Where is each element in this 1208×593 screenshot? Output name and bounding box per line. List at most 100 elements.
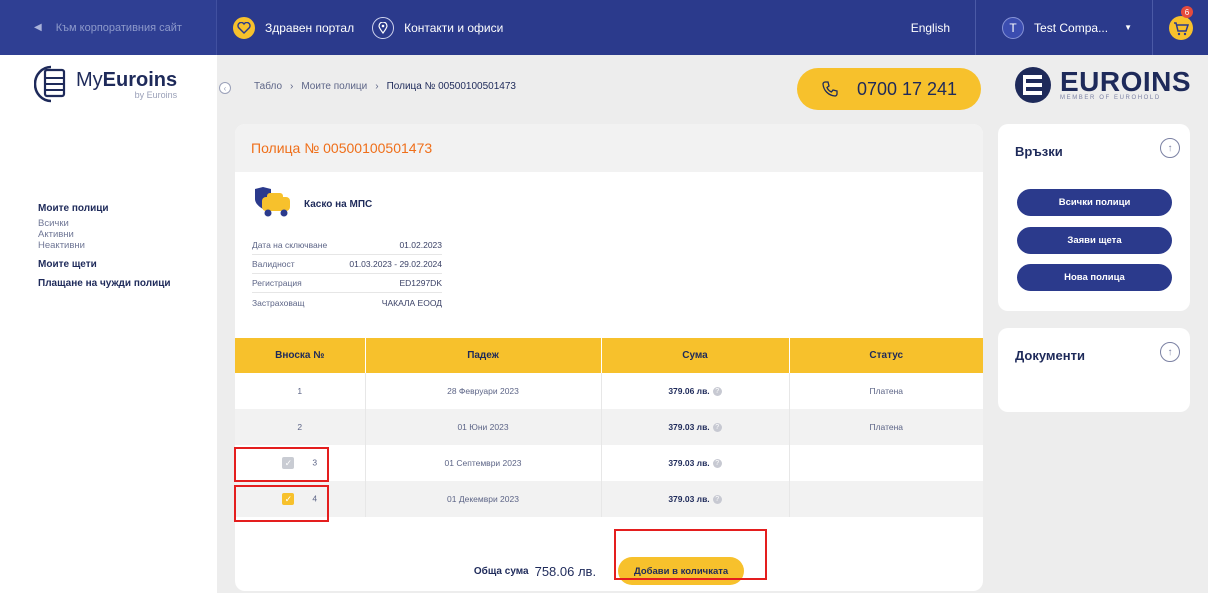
euroins-globe-icon [1015, 67, 1051, 103]
table-row: ✓ 3 01 Септември 2023 379.03 лв.? [235, 445, 983, 481]
total-value: 758.06 лв. [534, 563, 597, 579]
due-date: 28 Февруари 2023 [365, 373, 602, 409]
documents-panel-title: Документи [1015, 348, 1085, 363]
logo-name-light: My [76, 68, 103, 91]
top-bar: ◀ Към корпоративния сайт Здравен портал … [0, 0, 1208, 55]
brand-name: EUROINS [1060, 66, 1192, 97]
detail-label: Застраховащ [252, 297, 305, 308]
myeuroins-logo[interactable]: MyEuroins by Euroins [34, 65, 177, 103]
amount-cell: 379.03 лв.? [601, 481, 790, 517]
info-icon[interactable]: ? [712, 423, 722, 433]
highlight-add-to-cart [614, 529, 767, 580]
status: Платена [869, 386, 904, 396]
sidebar-item-inactive[interactable]: Неактивни [38, 240, 171, 251]
sidebar-collapse-icon[interactable]: ‹ [219, 82, 231, 94]
breadcrumb-my-policies[interactable]: Моите полици [301, 81, 367, 92]
user-menu[interactable]: T Test Compa... ▼ [976, 0, 1153, 55]
cart-count-badge: 6 [1181, 6, 1193, 18]
new-policy-button[interactable]: Нова полица [1017, 264, 1172, 291]
highlight-installment-4 [234, 485, 329, 522]
cart-button[interactable]: 6 [1153, 0, 1208, 55]
product-name: Каско на МПС [304, 198, 373, 210]
highlight-installment-3 [234, 447, 329, 482]
back-link-label: Към корпоративния сайт [55, 21, 182, 34]
detail-row: Валидност 01.03.2023 - 29.02.2024 [252, 255, 442, 274]
detail-row: Регистрация ED1297DK [252, 274, 442, 293]
detail-value: ЧАКАЛА ЕООД [381, 297, 442, 308]
detail-row: Застраховащ ЧАКАЛА ЕООД [252, 293, 442, 312]
documents-panel: Документи ↑ [998, 328, 1190, 412]
amount: 379.03 лв. [668, 421, 710, 432]
total-bar: Обща сума 758.06 лв. Добави в количката [235, 557, 983, 585]
detail-label: Регистрация [252, 278, 302, 288]
caret-down-icon: ▼ [1124, 23, 1132, 32]
sidebar-item-all[interactable]: Всички [38, 218, 171, 229]
heart-icon [233, 16, 255, 39]
phone-button[interactable]: 0700 17 241 [797, 68, 981, 110]
policy-card: Полица № 00500100501473 Каско на МПС Дат… [235, 124, 983, 591]
health-portal-label: Здравен портал [265, 20, 355, 35]
sidebar-item-my-policies[interactable]: Моите полици [38, 203, 171, 214]
due-date: 01 Юни 2023 [365, 409, 602, 445]
back-to-corporate-link[interactable]: ◀ Към корпоративния сайт [0, 0, 217, 55]
status [789, 445, 983, 481]
status [789, 481, 983, 517]
user-name: Test Compa... [1034, 20, 1109, 35]
top-bar-right: English T Test Compa... ▼ 6 [911, 0, 1208, 55]
sidebar-item-my-claims[interactable]: Моите щети [38, 259, 171, 270]
sidebar: MyEuroins by Euroins Моите полици Всички… [0, 55, 217, 593]
info-icon[interactable]: ? [712, 495, 722, 505]
breadcrumb: Табло › Моите полици › Полица № 00500100… [254, 81, 516, 92]
table-row: 2 01 Юни 2023 379.03 лв.? Платена [235, 409, 983, 445]
sidebar-item-pay-others[interactable]: Плащане на чужди полици [38, 278, 171, 289]
amount-cell: 379.03 лв.? [601, 445, 790, 481]
detail-row: Дата на сключване 01.02.2023 [252, 236, 442, 255]
status: Платена [789, 409, 983, 445]
info-icon[interactable]: ? [712, 459, 722, 469]
health-portal-link[interactable]: Здравен портал [233, 16, 355, 39]
sidebar-item-active[interactable]: Активни [38, 229, 171, 240]
column-header-amount: Сума [601, 338, 790, 373]
amount: 379.03 лв. [668, 457, 710, 468]
total-label: Обща сума [473, 565, 529, 577]
policy-title: Полица № 00500100501473 [235, 124, 983, 172]
avatar: T [1002, 16, 1025, 39]
links-panel: Връзки ↑ Всички полици Заяви щета Нова п… [998, 124, 1190, 311]
policy-details: Дата на сключване 01.02.2023 Валидност 01.… [252, 236, 442, 312]
breadcrumb-current: Полица № 00500100501473 [386, 81, 516, 92]
column-header-installment: Вноска № [235, 338, 366, 373]
installments-table: Вноска № Падеж Сума Статус 1 28 Февруари… [235, 338, 983, 517]
detail-label: Дата на сключване [252, 240, 328, 250]
chevron-left-icon: ◀ [34, 22, 42, 33]
all-policies-button[interactable]: Всички полици [1017, 189, 1172, 216]
amount-cell: 379.06 лв.? [601, 373, 790, 409]
detail-value: 01.03.2023 - 29.02.2024 [349, 259, 442, 269]
car-shield-icon [255, 187, 290, 217]
sidebar-nav: Моите полици Всички Активни Неактивни Мо… [38, 203, 171, 293]
contacts-link[interactable]: Контакти и офиси [372, 16, 504, 39]
amount: 379.03 лв. [668, 493, 710, 504]
installment-number: 1 [235, 373, 366, 409]
amount: 379.06 лв. [668, 385, 710, 396]
due-date: 01 Септември 2023 [365, 445, 602, 481]
table-row: 1 28 Февруари 2023 379.06 лв.? Платена [235, 373, 983, 409]
table-header-row: Вноска № Падеж Сума Статус [235, 338, 983, 373]
breadcrumb-separator-icon: › [290, 81, 294, 92]
column-header-status: Статус [789, 338, 983, 373]
myeuroins-logo-icon [34, 65, 66, 103]
cart-icon [1168, 15, 1193, 40]
column-header-due: Падеж [365, 338, 602, 373]
breadcrumb-dashboard[interactable]: Табло [254, 81, 282, 92]
collapse-up-icon[interactable]: ↑ [1160, 138, 1180, 158]
language-switch[interactable]: English [911, 0, 977, 55]
detail-value: ED1297DK [399, 278, 442, 288]
info-icon[interactable]: ? [712, 387, 722, 397]
phone-icon [822, 81, 838, 97]
report-claim-button[interactable]: Заяви щета [1017, 227, 1172, 254]
contacts-label: Контакти и офиси [404, 20, 504, 35]
due-date: 01 Декември 2023 [365, 481, 602, 517]
breadcrumb-separator-icon: › [375, 81, 379, 92]
collapse-up-icon[interactable]: ↑ [1160, 342, 1180, 362]
amount-cell: 379.03 лв.? [601, 409, 790, 445]
logo-name: MyEuroins [76, 69, 177, 92]
